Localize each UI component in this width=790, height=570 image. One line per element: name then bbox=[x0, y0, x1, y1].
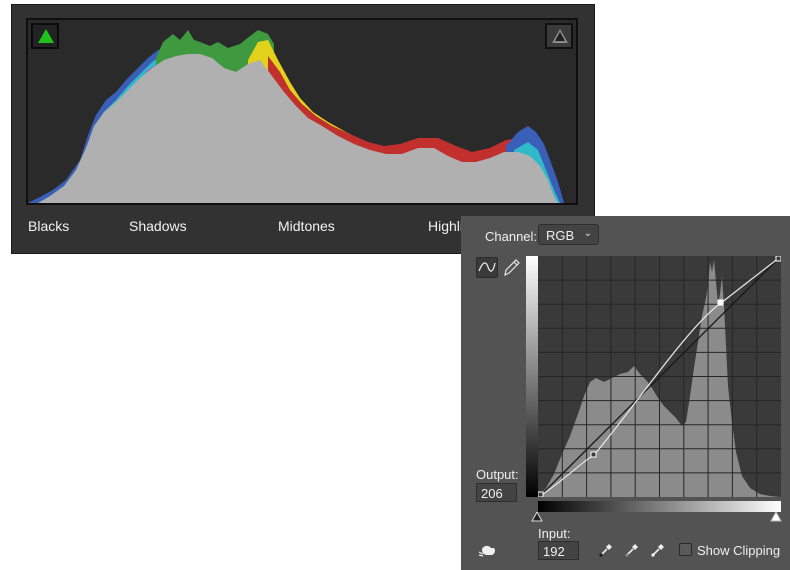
pencil-icon bbox=[504, 259, 520, 277]
channel-select-value: RGB bbox=[546, 228, 575, 243]
output-field[interactable]: 206 bbox=[476, 483, 517, 502]
curve-edit-icon bbox=[478, 262, 496, 272]
pencil-tool[interactable] bbox=[502, 257, 522, 278]
histogram-graph bbox=[28, 30, 564, 203]
curve-graph-canvas[interactable] bbox=[538, 256, 781, 497]
show-clipping-checkbox[interactable] bbox=[679, 543, 692, 556]
zone-label-midtones: Midtones bbox=[278, 218, 335, 234]
curves-panel: Channel: RGB ⌄ Output: 206 Input: 192 Sh… bbox=[461, 216, 790, 570]
highlight-clipping-button[interactable] bbox=[545, 23, 573, 49]
curve-point-black bbox=[538, 491, 544, 497]
shadow-clipping-icon bbox=[38, 29, 54, 43]
input-label: Input: bbox=[538, 526, 571, 541]
input-gradient-bar bbox=[538, 501, 781, 512]
zone-label-highlights: Highli bbox=[428, 218, 464, 234]
histogram-display bbox=[26, 18, 578, 205]
white-point-eyedropper-icon[interactable] bbox=[650, 542, 666, 558]
curve-edit-tool[interactable] bbox=[476, 257, 498, 278]
chevron-down-icon: ⌄ bbox=[583, 228, 592, 239]
white-point-slider[interactable] bbox=[770, 512, 782, 522]
shadow-clipping-button[interactable] bbox=[31, 23, 59, 49]
channel-label: Channel: bbox=[485, 229, 538, 244]
curve-point-selected bbox=[717, 299, 724, 306]
zone-label-blacks: Blacks bbox=[28, 218, 70, 234]
curve-point-shadow bbox=[590, 451, 597, 458]
output-label: Output: bbox=[476, 467, 519, 482]
channel-select[interactable]: RGB ⌄ bbox=[538, 224, 599, 245]
highlight-clipping-icon bbox=[552, 29, 568, 43]
curve-graph[interactable] bbox=[538, 256, 781, 497]
hand-adjust-icon[interactable] bbox=[478, 542, 498, 558]
show-clipping-label[interactable]: Show Clipping bbox=[697, 543, 780, 558]
output-gradient-bar bbox=[526, 256, 538, 497]
black-point-slider[interactable] bbox=[531, 512, 543, 522]
zone-label-shadows: Shadows bbox=[129, 218, 187, 234]
input-field[interactable]: 192 bbox=[538, 541, 579, 560]
curve-point-white bbox=[775, 256, 781, 262]
black-point-eyedropper-icon[interactable] bbox=[598, 542, 614, 558]
histogram-luminance-fill bbox=[38, 54, 558, 203]
gray-point-eyedropper-icon[interactable] bbox=[624, 542, 640, 558]
